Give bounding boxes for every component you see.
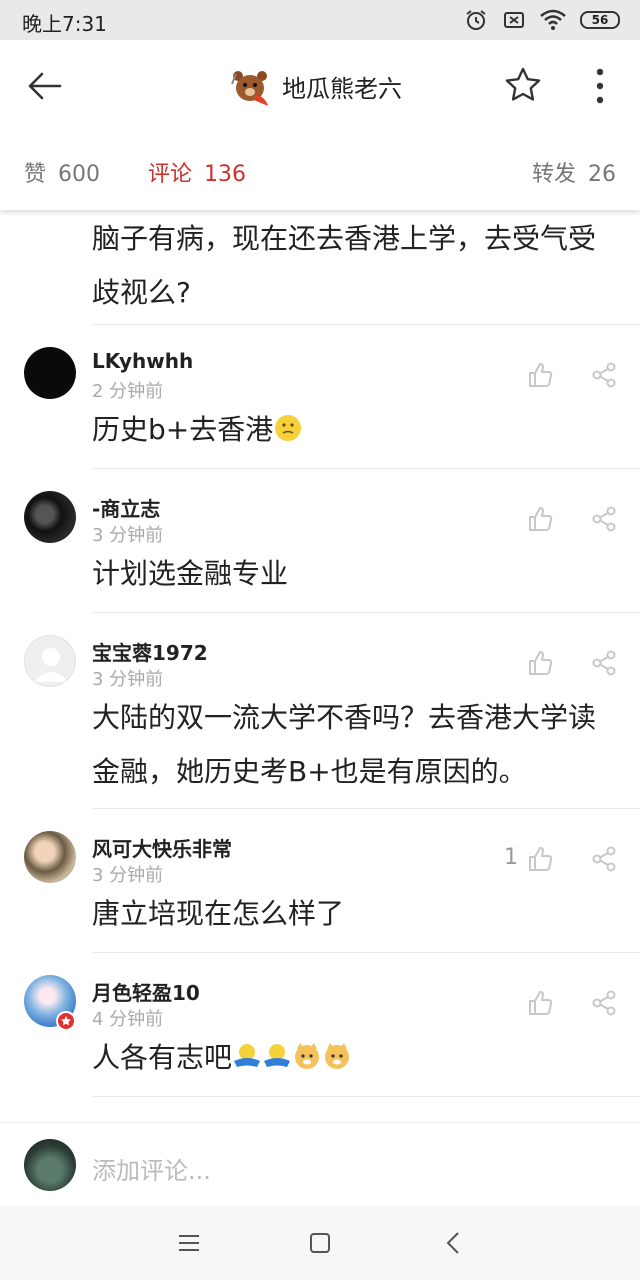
reposts-count: 26 [588, 162, 616, 187]
like-count: 1 [504, 845, 518, 870]
tab-likes[interactable]: 赞 600 [24, 156, 100, 188]
comment-input[interactable]: 添加评论... [92, 1151, 211, 1186]
comment-text: 人各有志吧 [92, 1031, 612, 1085]
system-nav-bar [0, 1206, 640, 1280]
comment-time: 4 分钟前 [92, 1009, 164, 1030]
battery-icon: 56 [580, 11, 620, 29]
comment-item: 宝宝蓉1972 3 分钟前 大陆的双一流大学不香吗？去香港大学读金融，她历史考B… [0, 613, 640, 809]
shrug-emoji-icon [234, 1044, 261, 1067]
page-title: 地瓜熊老六 [282, 74, 402, 103]
share-icon[interactable] [590, 505, 618, 533]
title-bar: 地瓜熊老六 [0, 40, 640, 130]
avatar[interactable] [24, 831, 76, 883]
bear-avatar [231, 71, 268, 106]
comment-text: 计划选金融专业 [92, 557, 289, 590]
divider [92, 1096, 640, 1097]
comment-list[interactable]: 脑子有病，现在还去香港上学，去受气受歧视么? LKyhwhh 2 分钟前 历史b… [0, 210, 640, 1122]
author-header[interactable]: 地瓜熊老六 [228, 64, 402, 108]
comment-item: 风可大快乐非常 3 分钟前 唐立培现在怎么样了 1 [0, 809, 640, 953]
comment-item: -商立志 3 分钟前 计划选金融专业 [0, 469, 640, 613]
doge-emoji-icon [325, 1043, 350, 1069]
more-vertical-icon[interactable] [584, 66, 616, 106]
comment-item: 月色轻盈10 4 分钟前 人各有志吧 [0, 953, 640, 1097]
comment-time: 2 分钟前 [92, 381, 164, 402]
thumbs-up-icon[interactable] [526, 361, 554, 389]
verified-badge-icon [56, 1011, 76, 1031]
comment-text: 历史b+去香港 [92, 403, 612, 457]
wifi-icon [540, 9, 566, 30]
comments-count: 136 [204, 162, 247, 187]
reposts-label: 转发 [531, 162, 576, 187]
share-icon[interactable] [590, 989, 618, 1017]
comment-text-content: 人各有志吧 [92, 1041, 233, 1074]
comment-time: 3 分钟前 [92, 525, 164, 546]
status-time: 晚上7:31 [22, 12, 107, 36]
thumbs-up-icon[interactable] [526, 845, 554, 873]
doge-emoji-icon [295, 1043, 320, 1069]
comment-author[interactable]: 宝宝蓉1972 [92, 637, 208, 666]
status-bar: 晚上7:31 56 [0, 0, 640, 40]
stats-bar: 赞 600 评论 136 转发 26 [0, 130, 640, 210]
sim-off-icon [504, 12, 524, 28]
back-arrow-icon[interactable] [24, 66, 64, 106]
status-icons: 56 [464, 8, 620, 32]
alarm-icon [466, 10, 486, 30]
share-icon[interactable] [590, 361, 618, 389]
likes-label: 赞 [24, 162, 47, 187]
back-icon[interactable] [441, 1230, 467, 1256]
comment-author[interactable]: LKyhwhh [92, 349, 193, 373]
comment-item: LKyhwhh 2 分钟前 历史b+去香港 [0, 325, 640, 469]
likes-count: 600 [58, 162, 101, 187]
comment-text: 大陆的双一流大学不香吗？去香港大学读金融，她历史考B+也是有原因的。 [92, 701, 597, 788]
thumbs-up-icon[interactable] [526, 649, 554, 677]
comment-text-content: 历史b+去香港 [92, 413, 274, 446]
thumbs-up-icon[interactable] [526, 505, 554, 533]
avatar[interactable] [24, 491, 76, 543]
home-icon[interactable] [307, 1230, 333, 1256]
comment-author[interactable]: -商立志 [92, 493, 160, 522]
comment-input-bar: 添加评论... [0, 1122, 640, 1206]
user-avatar [24, 1139, 76, 1191]
comments-label: 评论 [148, 162, 193, 187]
share-icon[interactable] [590, 649, 618, 677]
comment-text: 唐立培现在怎么样了 [92, 897, 345, 930]
tab-comments[interactable]: 评论 136 [148, 156, 246, 188]
comment-author[interactable]: 月色轻盈10 [92, 977, 200, 1006]
star-icon[interactable] [504, 66, 542, 104]
previous-comment-text: 脑子有病，现在还去香港上学，去受气受歧视么? [92, 222, 597, 309]
tab-reposts[interactable]: 转发 26 [532, 156, 616, 188]
comment-time: 3 分钟前 [92, 669, 164, 690]
avatar[interactable] [24, 347, 76, 399]
shrug-emoji-icon [264, 1044, 291, 1067]
share-icon[interactable] [590, 845, 618, 873]
default-avatar-icon [34, 648, 68, 682]
menu-icon[interactable] [176, 1230, 202, 1256]
thinking-emoji-icon [275, 415, 302, 441]
avatar[interactable] [24, 635, 76, 687]
comment-time: 3 分钟前 [92, 865, 164, 886]
thumbs-up-icon[interactable] [526, 989, 554, 1017]
comment-author[interactable]: 风可大快乐非常 [92, 833, 232, 862]
